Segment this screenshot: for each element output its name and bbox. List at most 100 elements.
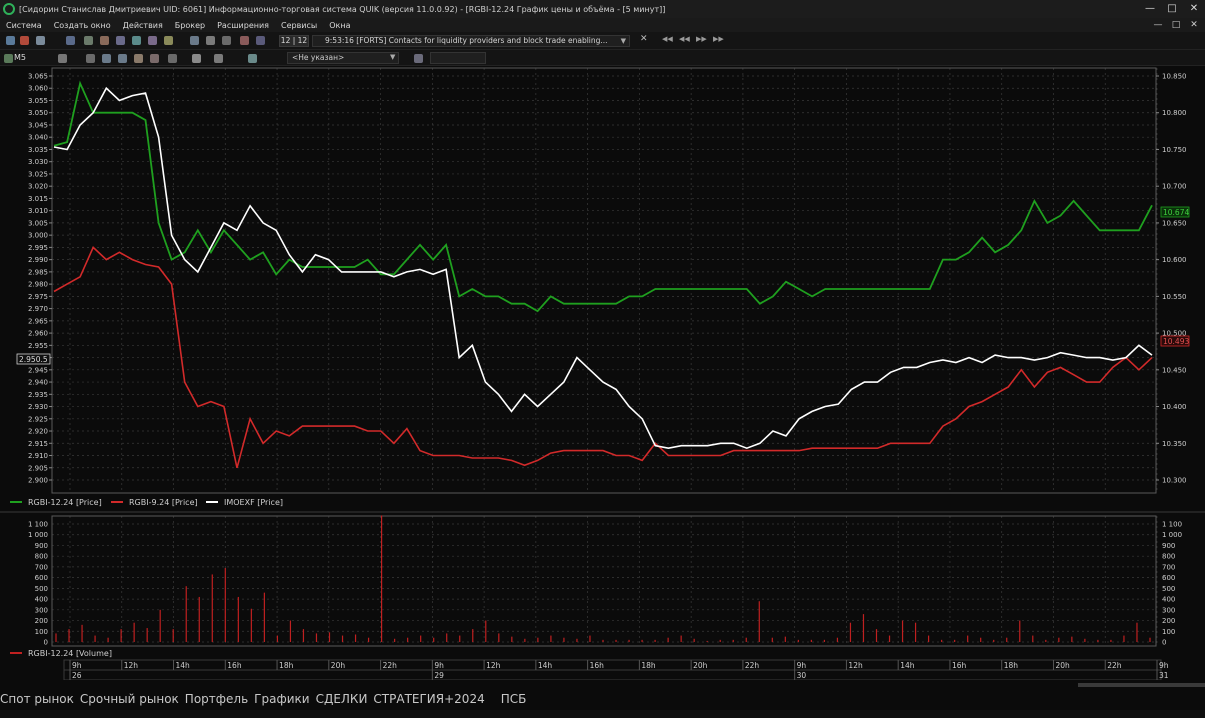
portfolio-icon[interactable]: [132, 36, 141, 45]
volume-axis-label: 700: [1162, 563, 1175, 571]
text-tool-icon[interactable]: [214, 54, 223, 63]
zoom-in-icon[interactable]: [102, 54, 111, 63]
close-button[interactable]: ✕: [1183, 0, 1205, 18]
hour-label: 22h: [1107, 661, 1122, 670]
orders-icon[interactable]: [100, 36, 109, 45]
minimize-button[interactable]: —: [1139, 0, 1161, 18]
left-axis-label: 2.975: [28, 293, 48, 301]
zoom-fit-icon[interactable]: [134, 54, 143, 63]
volume-axis-label: 1 100: [28, 521, 48, 529]
news-ticker[interactable]: 9:53:16 [FORTS] Contacts for liquidity p…: [312, 35, 630, 47]
menu-services[interactable]: Сервисы: [275, 21, 323, 30]
indicator-icon[interactable]: [248, 54, 257, 63]
chevron-down-icon[interactable]: ▼: [621, 36, 626, 46]
left-axis-label: 2.925: [28, 415, 48, 423]
right-axis-label: 10.550: [1162, 293, 1187, 301]
hand-icon[interactable]: [168, 54, 177, 63]
left-axis-label: 3.045: [28, 121, 48, 129]
window-title: [Сидорин Станислав Дмитриевич UID: 6061]…: [19, 4, 666, 14]
maximize-button[interactable]: □: [1161, 0, 1183, 18]
left-axis-label: 2.995: [28, 244, 48, 252]
left-axis-label: 2.970: [28, 305, 48, 313]
menu-extensions[interactable]: Расширения: [211, 21, 275, 30]
trades-icon[interactable]: [116, 36, 125, 45]
main-toolbar: 12 | 12 9:53:16 [FORTS] Contacts for liq…: [0, 32, 1205, 50]
tab-charts[interactable]: Графики: [251, 692, 312, 706]
tab-portfolio[interactable]: Портфель: [182, 692, 251, 706]
next-news-icon[interactable]: ▶▶: [696, 35, 707, 43]
last-news-icon[interactable]: ▶▶: [713, 35, 724, 43]
chart-icon[interactable]: [148, 36, 157, 45]
close-news-icon[interactable]: ✕: [640, 34, 648, 44]
hour-label: 18h: [641, 661, 656, 670]
left-axis-label: 3.010: [28, 207, 48, 215]
child-close-button[interactable]: ✕: [1185, 18, 1203, 32]
lock-icon[interactable]: [222, 36, 231, 45]
left-axis-label: 2.985: [28, 268, 48, 276]
left-axis-label: 3.005: [28, 219, 48, 227]
menu-windows[interactable]: Окна: [323, 21, 356, 30]
disconnect-icon[interactable]: [20, 36, 29, 45]
volume-axis-label: 1 000: [1162, 531, 1182, 539]
left-axis-label: 3.025: [28, 170, 48, 178]
zoom-out-icon[interactable]: [118, 54, 127, 63]
quik-window: [Сидорин Станислав Дмитриевич UID: 6061]…: [0, 0, 1205, 718]
instrument-select[interactable]: <Не указан>: [287, 52, 399, 64]
print-icon[interactable]: [206, 36, 215, 45]
left-axis-label: 3.050: [28, 109, 48, 117]
search-input[interactable]: [430, 52, 486, 64]
hour-label: 20h: [1055, 661, 1070, 670]
day-label: 29: [434, 671, 444, 680]
left-axis-label: 3.040: [28, 134, 48, 142]
hour-label: 14h: [176, 661, 191, 670]
tab-spot-market[interactable]: Спот рынок: [0, 692, 77, 706]
day-label: 26: [72, 671, 82, 680]
first-news-icon[interactable]: ◀◀: [662, 35, 673, 43]
volume-axis-label: 900: [1162, 542, 1175, 550]
instrument-dropdown-icon[interactable]: ▼: [390, 53, 395, 61]
left-axis-label: 3.065: [28, 73, 48, 81]
tab-futures-market[interactable]: Срочный рынок: [77, 692, 182, 706]
news-icon[interactable]: [164, 36, 173, 45]
crosshair-icon[interactable]: [58, 54, 67, 63]
left-axis-label: 2.940: [28, 379, 48, 387]
hour-label: 12h: [848, 661, 863, 670]
chart-type-icon[interactable]: [4, 54, 13, 63]
volume-axis-label: 200: [35, 617, 48, 625]
child-maximize-button[interactable]: □: [1167, 18, 1185, 32]
legend-imoexf: IMOEXF [Price]: [224, 498, 283, 507]
left-axis-label: 3.030: [28, 158, 48, 166]
hour-label: 18h: [279, 661, 294, 670]
interval-selector[interactable]: M5: [14, 52, 42, 64]
message-icon[interactable]: [190, 36, 199, 45]
prev-news-icon[interactable]: ◀◀: [679, 35, 690, 43]
menu-actions[interactable]: Действия: [117, 21, 169, 30]
tab-strategy-2024[interactable]: СТРАТЕГИЯ+2024: [370, 692, 487, 706]
right-axis-label: 10.300: [1162, 477, 1187, 485]
child-minimize-button[interactable]: —: [1149, 18, 1167, 32]
volume-axis-label: 500: [1162, 585, 1175, 593]
menu-create-window[interactable]: Создать окно: [48, 21, 117, 30]
chart-area[interactable]: 3.065 3.060 3.055 3.050 3.045 3.040 3.035 3.030…: [0, 66, 1205, 680]
refresh-icon[interactable]: [150, 54, 159, 63]
pan-icon[interactable]: [86, 54, 95, 63]
table-icon[interactable]: [66, 36, 75, 45]
left-axis-label: 3.060: [28, 85, 48, 93]
workspace-tabs: Спот рынок Срочный рынок Портфель График…: [0, 688, 1205, 710]
settings-icon[interactable]: [36, 36, 45, 45]
hour-label: 20h: [331, 661, 346, 670]
menu-sistema[interactable]: Система: [0, 21, 48, 30]
alert-icon[interactable]: [240, 36, 249, 45]
connect-icon[interactable]: [6, 36, 15, 45]
tab-deals[interactable]: СДЕЛКИ: [313, 692, 371, 706]
volume-axis-label: 800: [1162, 553, 1175, 561]
draw-line-icon[interactable]: [192, 54, 201, 63]
left-axis-label: 2.960: [28, 330, 48, 338]
day-label: 30: [797, 671, 807, 680]
menu-broker[interactable]: Брокер: [169, 21, 211, 30]
search-icon[interactable]: [414, 54, 423, 63]
volume-axis-label: 300: [1162, 606, 1175, 614]
help-icon[interactable]: [256, 36, 265, 45]
tab-psb[interactable]: ПСБ: [498, 692, 530, 706]
quotes-icon[interactable]: [84, 36, 93, 45]
